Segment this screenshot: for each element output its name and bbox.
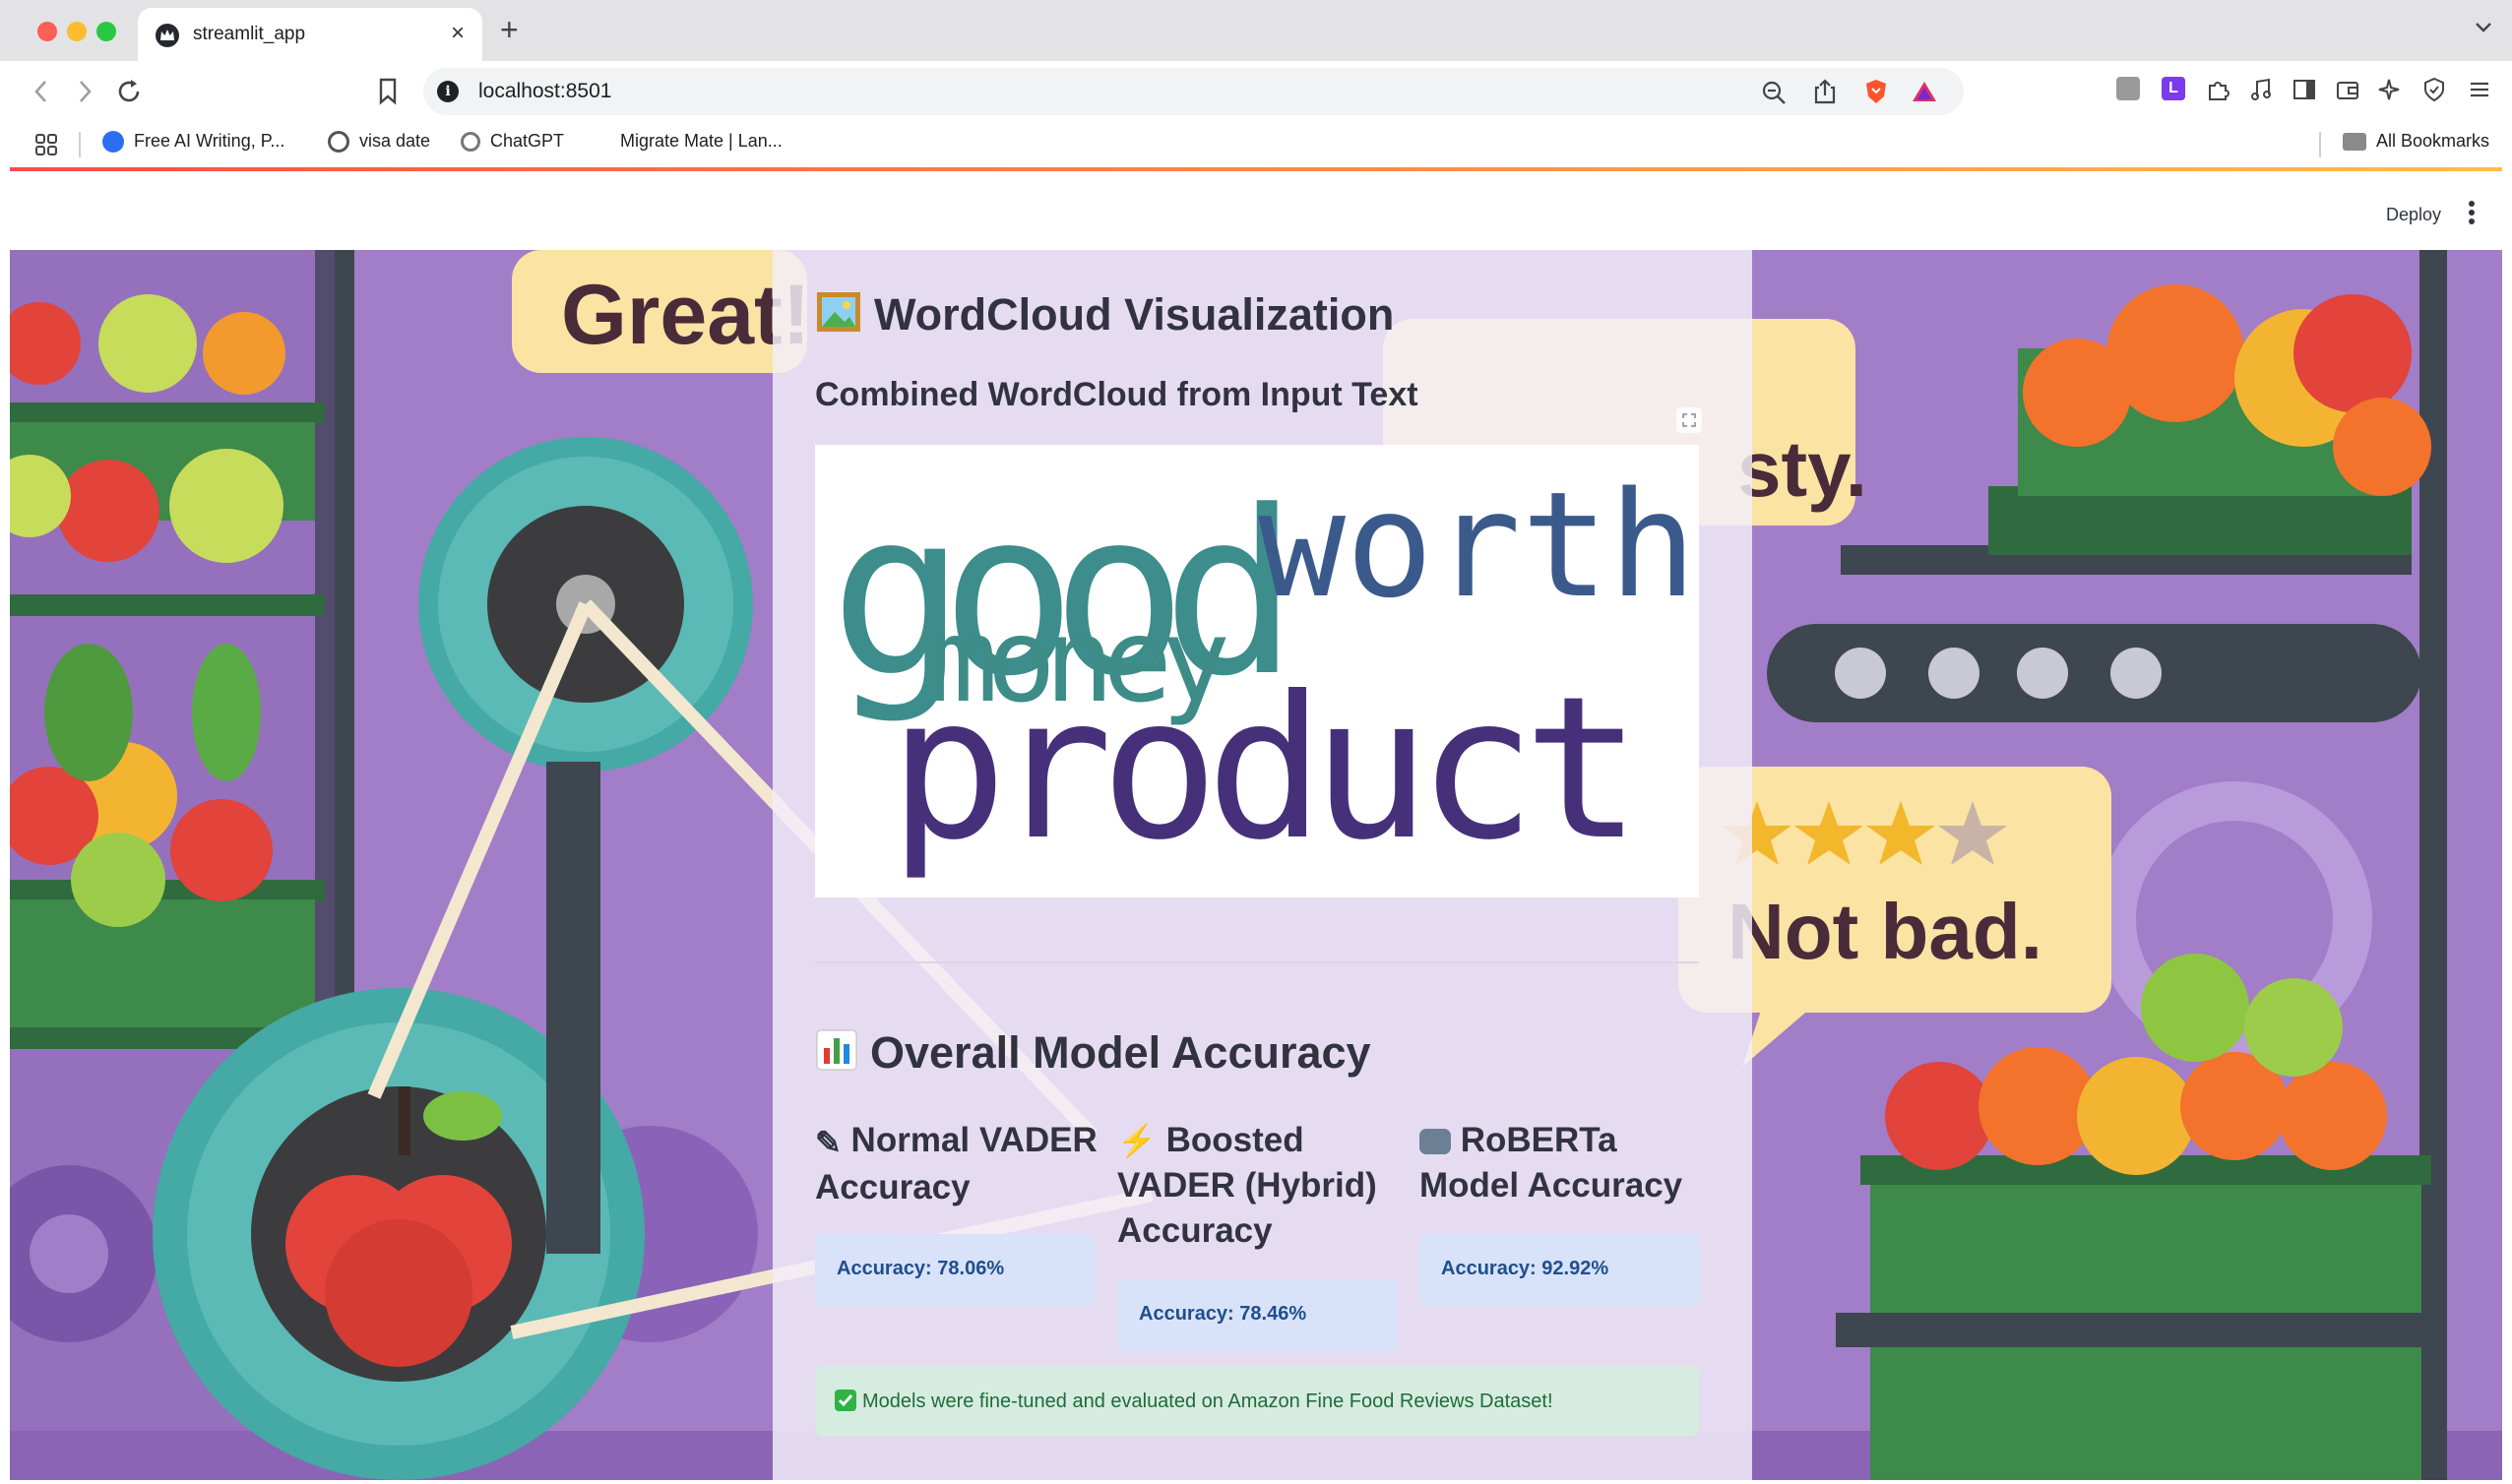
accuracy-box-roberta: Accuracy: 92.92% — [1419, 1234, 1700, 1307]
browser-tab-bar: streamlit_app × + — [0, 0, 2512, 61]
folder-icon — [2343, 133, 2366, 152]
metric-title-normal-vader: ✎ Normal VADER Accuracy — [815, 1118, 1110, 1210]
media-music-icon[interactable] — [2248, 77, 2274, 102]
bookmarks-divider — [2319, 132, 2321, 157]
url-text: localhost:8501 — [478, 80, 612, 102]
accuracy-value-normal-vader: Accuracy: 78.06% — [837, 1258, 1005, 1279]
accuracy-box-boosted-vader: Accuracy: 78.46% — [1117, 1279, 1398, 1352]
brave-shields-icon[interactable] — [1863, 78, 1889, 105]
extension-notes-icon[interactable] — [2116, 77, 2140, 100]
bookmark-label: Free AI Writing, P... — [134, 131, 285, 151]
browser-menu-icon[interactable] — [2467, 77, 2492, 102]
reload-icon[interactable] — [114, 77, 144, 106]
app-view: Great! sty. Not bad. WordCloud Visualiza… — [10, 250, 2502, 1480]
accuracy-heading: Overall Model Accuracy — [815, 1027, 1371, 1082]
browser-toolbar: i localhost:8501 L — [0, 61, 2512, 122]
brave-rewards-triangle-icon[interactable] — [1911, 80, 1938, 103]
wallet-icon[interactable] — [2335, 77, 2360, 102]
site-info-icon[interactable]: i — [437, 81, 459, 102]
success-alert: Models were fine-tuned and evaluated on … — [815, 1366, 1699, 1437]
accuracy-value-roberta: Accuracy: 92.92% — [1441, 1258, 1609, 1279]
bookmark-visa-date[interactable]: visa date — [328, 131, 431, 154]
metric-title-text: RoBERTa Model Accuracy — [1419, 1121, 1683, 1205]
all-bookmarks-label: All Bookmarks — [2376, 131, 2490, 151]
metric-title-text: Normal VADER Accuracy — [815, 1121, 1098, 1206]
globe-icon — [328, 131, 349, 154]
extensions-puzzle-icon[interactable] — [2205, 77, 2230, 102]
accuracy-heading-text: Overall Model Accuracy — [870, 1027, 1371, 1078]
bar-chart-icon — [815, 1028, 858, 1082]
main-menu-kebab-icon[interactable] — [2467, 199, 2477, 226]
framed-picture-icon — [815, 290, 862, 344]
tab-title: streamlit_app — [193, 24, 306, 44]
wordcloud-image: good worth money product — [815, 445, 1699, 897]
maximize-window-button[interactable] — [96, 22, 116, 41]
streamlit-crown-icon — [156, 24, 179, 47]
new-tab-plus-icon[interactable]: + — [500, 12, 519, 48]
chatgpt-logo-icon — [461, 132, 480, 153]
minimize-window-button[interactable] — [67, 22, 87, 41]
accuracy-value-boosted-vader: Accuracy: 78.46% — [1139, 1303, 1307, 1325]
sty-bubble-text: sty. — [1737, 425, 1867, 513]
ai-writing-favicon-icon — [102, 131, 124, 154]
bookmarks-bar: Free AI Writing, P... visa date ChatGPT … — [0, 122, 2512, 167]
browser-tab[interactable]: streamlit_app × — [138, 8, 482, 61]
metric-title-boosted-vader: ⚡ Boosted VADER (Hybrid) Accuracy — [1117, 1118, 1403, 1254]
bookmark-chatgpt[interactable]: ChatGPT — [461, 131, 565, 153]
bookmarks-divider — [79, 132, 81, 157]
share-icon[interactable] — [1812, 78, 1838, 105]
bookmark-migrate-mate[interactable]: Migrate Mate | Lan... — [620, 131, 783, 152]
check-mark-icon — [835, 1390, 856, 1411]
close-window-button[interactable] — [37, 22, 57, 41]
fullscreen-expand-icon[interactable] — [1676, 407, 1702, 433]
back-arrow-icon[interactable] — [30, 77, 53, 106]
main-content-panel: WordCloud Visualization Combined WordClo… — [773, 250, 1752, 1480]
vpn-shield-icon[interactable] — [2421, 77, 2447, 102]
bookmark-label: ChatGPT — [490, 131, 565, 151]
wordcloud-heading-text: WordCloud Visualization — [874, 289, 1395, 340]
wordcloud-word-worth: worth — [1258, 461, 1697, 630]
memo-pencil-icon: ✎ — [815, 1125, 842, 1160]
tab-close-icon[interactable]: × — [451, 20, 465, 47]
sidebar-toggle-icon[interactable] — [2292, 77, 2317, 102]
accuracy-box-normal-vader: Accuracy: 78.06% — [815, 1234, 1096, 1307]
success-message-text: Models were fine-tuned and evaluated on … — [862, 1391, 1553, 1412]
apps-grid-icon[interactable] — [33, 132, 59, 157]
wordcloud-subheading: Combined WordCloud from Input Text — [815, 376, 1418, 413]
lightning-bolt-icon: ⚡ — [1117, 1123, 1157, 1158]
bookmark-page-icon[interactable] — [377, 77, 399, 106]
extension-l-icon[interactable]: L — [2162, 77, 2185, 100]
leo-ai-sparkle-icon[interactable] — [2378, 77, 2404, 102]
section-divider — [815, 961, 1699, 963]
metric-title-text: Boosted VADER (Hybrid) Accuracy — [1117, 1121, 1377, 1250]
bookmark-label: visa date — [359, 131, 431, 151]
deploy-button[interactable]: Deploy — [2386, 205, 2441, 225]
wordcloud-word-product: product — [889, 654, 1642, 884]
robot-face-icon — [1419, 1129, 1451, 1154]
wordcloud-heading: WordCloud Visualization — [815, 289, 1394, 344]
bookmark-free-ai-writing[interactable]: Free AI Writing, P... — [102, 131, 285, 154]
forward-arrow-icon[interactable] — [73, 77, 96, 106]
bookmark-label: Migrate Mate | Lan... — [620, 131, 783, 151]
all-bookmarks-folder[interactable]: All Bookmarks — [2343, 131, 2489, 152]
zoom-out-icon[interactable] — [1761, 80, 1787, 105]
tab-list-chevron-icon[interactable] — [2473, 16, 2494, 37]
metric-title-roberta: RoBERTa Model Accuracy — [1419, 1118, 1705, 1208]
streamlit-header: Deploy — [10, 171, 2502, 250]
address-bar[interactable]: i localhost:8501 — [423, 68, 1964, 115]
not-bad-bubble-text: Not bad. — [1727, 888, 2042, 975]
